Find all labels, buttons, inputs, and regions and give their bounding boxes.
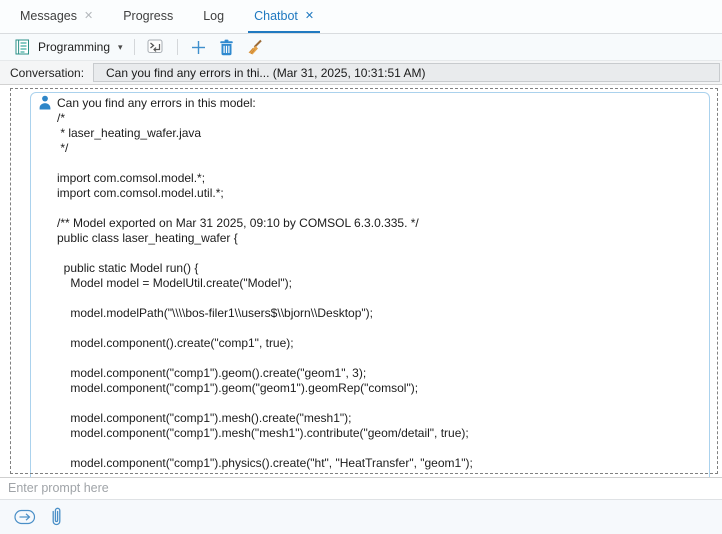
tab-log[interactable]: Log: [197, 0, 230, 33]
send-icon[interactable]: [13, 507, 37, 527]
chatbot-toolbar: Programming ▾: [0, 34, 722, 61]
toolbar-separator: [134, 39, 135, 55]
prompt-actions: [0, 499, 722, 534]
tab-messages[interactable]: Messages ✕: [14, 0, 99, 33]
broom-clear-button[interactable]: [245, 37, 265, 57]
prompt-row: [0, 477, 722, 498]
tab-label: Log: [203, 9, 224, 23]
tab-bar: Messages ✕ Progress Log Chatbot ✕: [0, 0, 722, 34]
toolbar-separator: [177, 39, 178, 55]
chat-transcript[interactable]: Can you find any errors in this model: /…: [0, 86, 722, 477]
conversation-bar: Conversation: Can you find any errors in…: [0, 61, 722, 85]
conversation-label: Conversation:: [0, 66, 84, 80]
run-in-console-button[interactable]: [146, 37, 166, 57]
prompt-input[interactable]: [0, 478, 722, 498]
chevron-down-icon: ▾: [116, 42, 123, 53]
tab-chatbot[interactable]: Chatbot ✕: [248, 0, 320, 33]
tab-label: Progress: [123, 9, 173, 23]
mode-dropdown-button[interactable]: Programming ▾: [12, 37, 123, 57]
attach-paperclip-icon[interactable]: [46, 507, 66, 527]
close-icon[interactable]: ✕: [84, 9, 93, 22]
delete-conversation-button[interactable]: [217, 37, 237, 57]
user-avatar-icon: [38, 95, 52, 115]
mode-label: Programming: [38, 40, 110, 54]
chatbot-panel: Messages ✕ Progress Log Chatbot ✕: [0, 0, 722, 534]
conversation-selected-value: Can you find any errors in thi... (Mar 3…: [106, 66, 426, 80]
message-text: Can you find any errors in this model: /…: [57, 96, 702, 471]
tab-progress[interactable]: Progress: [117, 0, 179, 33]
tab-label: Messages: [20, 9, 77, 23]
conversation-select[interactable]: Can you find any errors in thi... (Mar 3…: [93, 63, 720, 82]
add-conversation-button[interactable]: [189, 37, 209, 57]
close-icon[interactable]: ✕: [305, 9, 314, 22]
tab-label: Chatbot: [254, 9, 298, 23]
script-icon: [12, 37, 32, 57]
